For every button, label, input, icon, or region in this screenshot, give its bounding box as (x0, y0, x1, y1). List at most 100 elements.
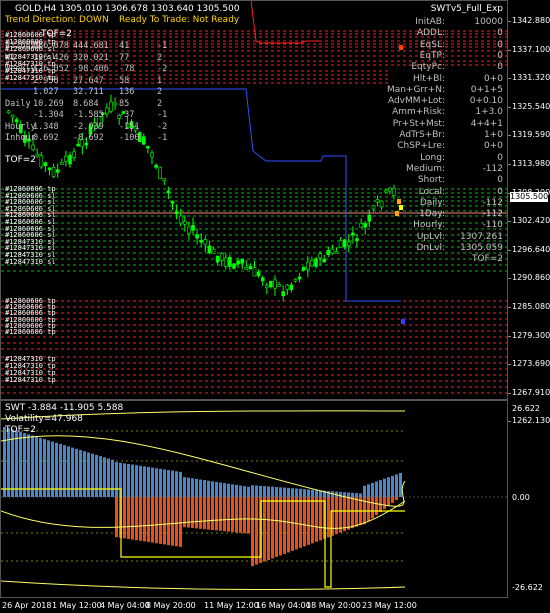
stat-key: InitAB: (415, 17, 445, 27)
histogram-bar-blue (375, 481, 378, 497)
stat-value: 0 (497, 175, 503, 186)
candle-body (150, 152, 154, 158)
histogram-bar-blue (23, 433, 26, 497)
indicator-name: SWTv5_Full_Exp (430, 4, 503, 14)
time-axis: 26 Apr 2018 1 May 12:00 4 May 04:00 8 May 2… (0, 598, 508, 613)
trend-direction-text: Trend Direction: DOWN (5, 15, 109, 25)
histogram-bar-orange (263, 497, 266, 562)
table-cell: -2 (157, 64, 168, 74)
table-cell: -2 (157, 121, 168, 132)
stat-value: 1+0 (484, 130, 503, 140)
histogram-bar-orange (283, 497, 286, 554)
histogram-bar-orange (223, 497, 226, 532)
histogram-bar-orange (139, 497, 142, 541)
histogram-bar-orange (207, 497, 210, 530)
histogram-bar-orange (147, 497, 150, 543)
price-tick (508, 49, 511, 51)
table-cell: 1 (157, 75, 163, 86)
histogram-bar-blue (255, 485, 258, 497)
candle-body (273, 279, 277, 289)
candle-body (310, 259, 314, 267)
histogram-bar-blue (215, 481, 218, 497)
histogram-bar-blue (195, 478, 198, 497)
price-tick-label: 1342.880 (512, 16, 550, 25)
histogram-bar-blue (143, 466, 146, 497)
table-cell: 2 (157, 52, 163, 63)
table-cell: 444.681 (73, 41, 109, 51)
candle-body (228, 257, 232, 267)
indicator-tick-label: 26.622 (512, 404, 540, 413)
histogram-bar-blue (391, 475, 394, 497)
stat-value: TOF=2 (471, 254, 503, 265)
histogram-bar-orange (215, 497, 218, 531)
candle-body (322, 258, 327, 263)
histogram-bar-blue (235, 484, 238, 497)
price-tick (508, 307, 511, 308)
indicator-pane[interactable]: SWT -3.884 -11.905 5.588 Volatility=47.9… (0, 400, 508, 598)
order-label: #12847310 tp (5, 376, 56, 384)
stat-value: 0 (497, 39, 503, 50)
histogram-bar-blue (367, 484, 370, 497)
stat-value: 0+0.10 (469, 96, 503, 107)
histogram-bar-orange (343, 497, 346, 532)
signal-marker (401, 319, 405, 324)
price-tick (508, 78, 511, 80)
histogram-bar-orange (303, 497, 306, 547)
candle-body (256, 271, 261, 277)
time-tick-label: 26 Apr 2018 (2, 601, 52, 610)
histogram-bar-blue (359, 493, 362, 497)
time-tick-label: 11 May 12:00 (204, 601, 259, 610)
histogram-bar-blue (219, 482, 222, 497)
histogram-bar-blue (163, 469, 166, 497)
histogram-bar-blue (307, 489, 310, 497)
candle-body (281, 291, 286, 297)
stat-key: Amm+Risk: (392, 107, 445, 118)
table-cell: 136 (119, 87, 135, 97)
time-tick-label: 23 May 12:00 (362, 601, 417, 610)
candle-body (264, 285, 269, 288)
swt-histogram[interactable] (1, 401, 507, 597)
order-label: #12860606 tp (5, 328, 56, 336)
histogram-bar-blue (379, 480, 382, 497)
table-cell: 32.711 (73, 87, 104, 97)
histogram-bar-orange (123, 497, 126, 539)
histogram-bar-orange (255, 497, 258, 565)
candle-body (219, 253, 224, 261)
candle-body (51, 167, 56, 177)
stat-key: AdvMM+Lot: (387, 96, 445, 107)
candle-body (64, 155, 68, 162)
table-cell: 1.027 (33, 87, 59, 97)
histogram-bar-blue (295, 488, 298, 497)
stat-value: 1305.059 (460, 243, 503, 253)
histogram-bar-blue (311, 489, 314, 497)
histogram-bar-orange (127, 497, 130, 539)
histogram-bar-blue (351, 492, 354, 497)
histogram-bar-orange (271, 497, 274, 559)
candle-body (154, 164, 158, 168)
stat-value: -112 (482, 209, 503, 220)
price-tick-label: 1273.690 (512, 359, 550, 369)
histogram-bar-blue (275, 487, 278, 497)
histogram-bar-orange (287, 497, 290, 553)
tof-mid-label: TOF=2 (5, 155, 37, 165)
sub-title: SWT -3.884 -11.905 5.588 (5, 403, 124, 413)
histogram-bar-orange (299, 497, 302, 548)
order-label: #12847310 tp (5, 74, 56, 83)
histogram-bar-blue (15, 430, 18, 497)
candle-body (158, 166, 162, 179)
candle-body (43, 162, 48, 167)
candle-body (342, 239, 347, 248)
histogram-bar-orange (375, 497, 378, 516)
histogram-bar-orange (251, 497, 254, 567)
stat-value: 0 (497, 50, 503, 61)
stat-value: 1307.261 (460, 231, 503, 242)
histogram-bar-orange (175, 497, 178, 547)
main-chart-pane[interactable]: GOLD,H4 1305.010 1306.678 1303.640 1305.… (0, 0, 508, 400)
histogram-bar-orange (191, 497, 194, 528)
candle-body (39, 155, 44, 168)
candle-body (72, 151, 76, 158)
price-tick-label: 1302.420 (512, 216, 550, 226)
candle-body (301, 266, 306, 271)
price-tick-label: 1296.640 (512, 244, 550, 254)
candle-body (297, 276, 302, 280)
